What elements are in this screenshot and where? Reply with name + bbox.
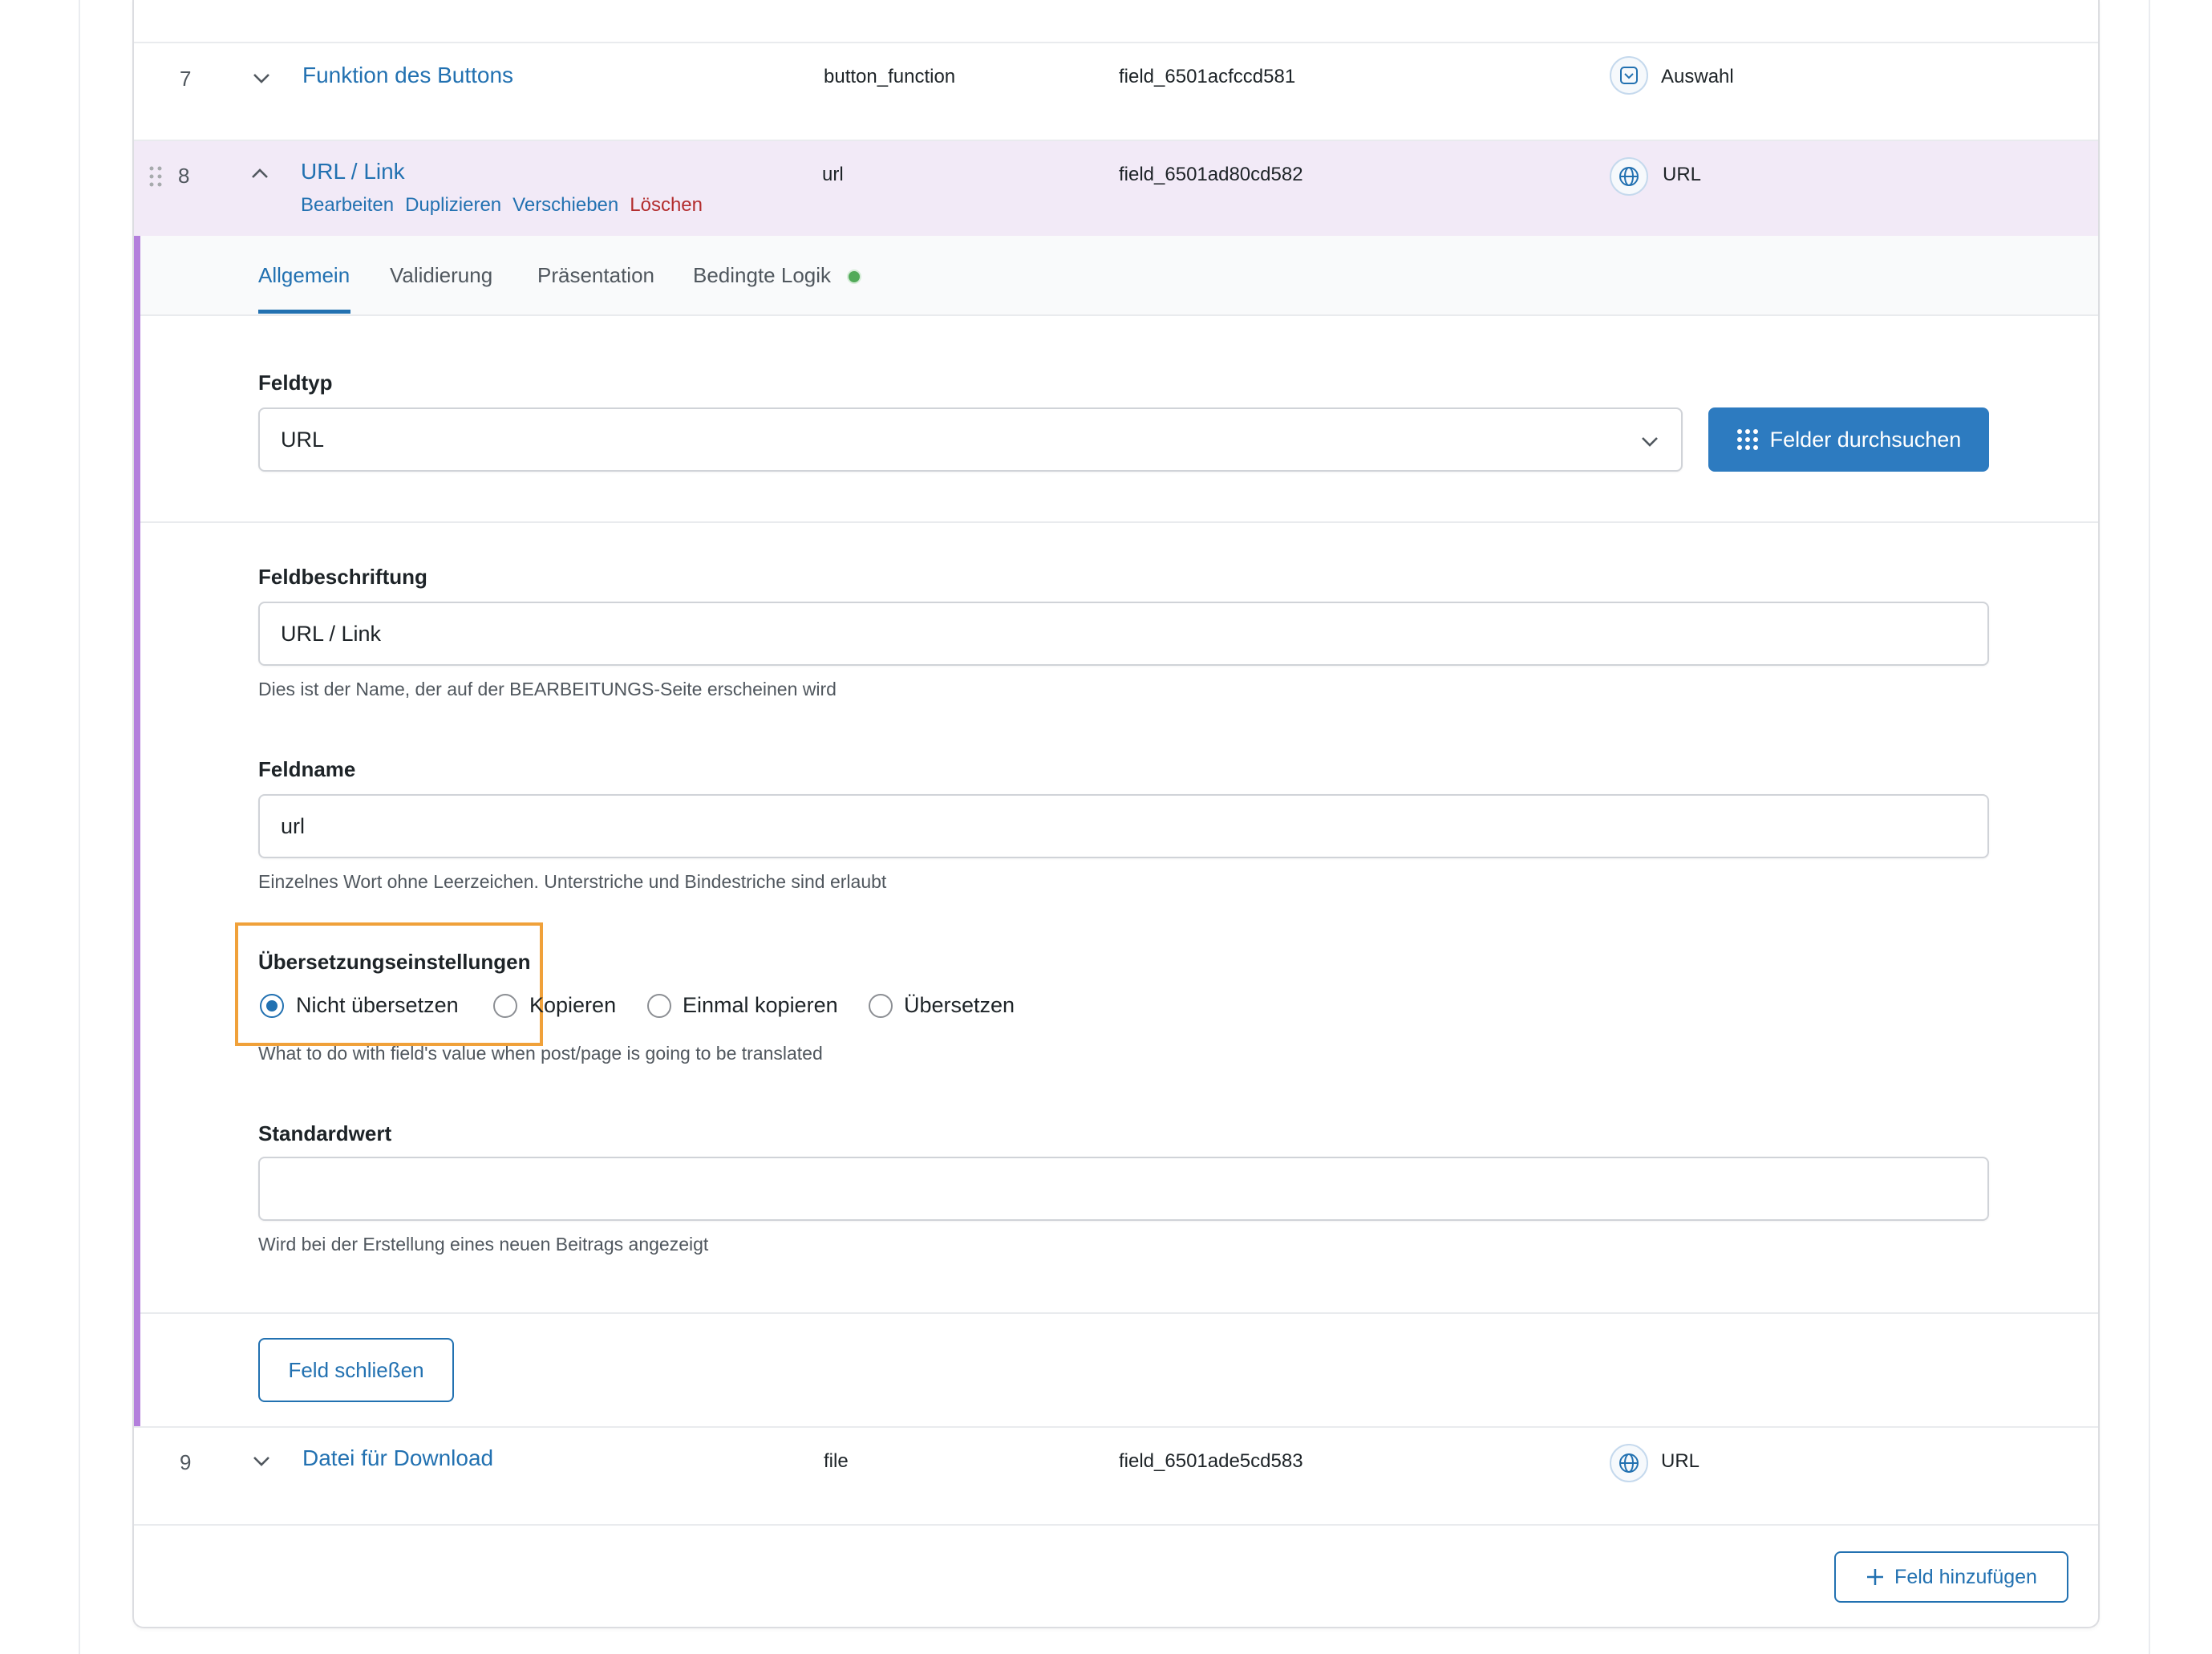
tab-conditional-logic[interactable]: Bedingte Logik	[693, 263, 831, 288]
open-field-indicator	[134, 236, 140, 1426]
field-row-7[interactable]: 7 Funktion des Buttons button_function f…	[134, 43, 2098, 141]
page-border-right	[2149, 0, 2150, 1654]
chevron-down-icon[interactable]	[251, 1450, 272, 1471]
row-actions: Bearbeiten Duplizieren Verschieben Löschen	[301, 194, 714, 217]
field-label-input[interactable]: URL / Link	[258, 602, 1989, 666]
field-title-link[interactable]: Datei für Download	[302, 1445, 493, 1471]
field-order-number: 8	[178, 164, 190, 188]
browse-fields-label: Felder durchsuchen	[1769, 427, 1962, 452]
select-icon	[1610, 56, 1648, 95]
edit-link[interactable]: Bearbeiten	[301, 194, 394, 216]
field-order-number: 7	[180, 67, 192, 91]
radio-copy-once-label[interactable]: Einmal kopieren	[683, 993, 838, 1018]
tab-validation[interactable]: Validierung	[390, 263, 492, 288]
field-type-value: URL	[281, 427, 325, 452]
chevron-up-icon[interactable]	[249, 164, 270, 184]
divider	[134, 1524, 2098, 1526]
divider	[140, 1312, 2098, 1314]
settings-tabs: Allgemein Validierung Präsentation Bedin…	[140, 236, 2098, 316]
drag-handle-icon[interactable]	[148, 165, 163, 188]
tab-general[interactable]: Allgemein	[258, 263, 350, 288]
field-row-9[interactable]: 9 Datei für Download file field_6501ade5…	[134, 1428, 2098, 1524]
field-name-cell: file	[824, 1450, 849, 1472]
radio-not-translate[interactable]	[260, 994, 284, 1018]
field-title-link[interactable]: Funktion des Buttons	[302, 63, 513, 88]
field-name-value: url	[281, 813, 306, 838]
browse-fields-button[interactable]: Felder durchsuchen	[1708, 407, 1989, 472]
radio-copy[interactable]	[493, 994, 517, 1018]
translation-hint: What to do with field's value when post/…	[258, 1043, 823, 1064]
add-field-button[interactable]: Feld hinzufügen	[1834, 1551, 2068, 1603]
field-name-label: Feldname	[258, 757, 356, 781]
page-border-left	[79, 0, 80, 1654]
chevron-down-icon	[1642, 437, 1658, 447]
status-dot-icon	[847, 270, 861, 284]
duplicate-link[interactable]: Duplizieren	[405, 194, 501, 216]
field-type-select[interactable]: URL	[258, 407, 1683, 472]
add-field-label: Feld hinzufügen	[1894, 1565, 2037, 1588]
close-field-label: Feld schließen	[288, 1357, 424, 1382]
field-key-cell: field_6501ad80cd582	[1119, 164, 1303, 185]
radio-translate[interactable]	[869, 994, 893, 1018]
field-key-cell: field_6501acfccd581	[1119, 66, 1296, 87]
field-name-input[interactable]: url	[258, 794, 1989, 858]
field-type-cell: Auswahl	[1661, 66, 1734, 87]
highlight-box	[235, 922, 543, 1046]
field-label-hint: Dies ist der Name, der auf der BEARBEITU…	[258, 679, 837, 699]
field-type-cell: URL	[1661, 1450, 1700, 1472]
default-value-input[interactable]	[258, 1157, 1989, 1221]
radio-not-translate-label[interactable]: Nicht übersetzen	[296, 993, 459, 1018]
radio-translate-label[interactable]: Übersetzen	[904, 993, 1015, 1018]
radio-copy-once[interactable]	[647, 994, 671, 1018]
field-key-cell: field_6501ade5cd583	[1119, 1450, 1303, 1472]
move-link[interactable]: Verschieben	[512, 194, 618, 216]
default-value-hint: Wird bei der Erstellung eines neuen Beit…	[258, 1234, 709, 1255]
field-label-label: Feldbeschriftung	[258, 565, 427, 589]
field-type-label: Feldtyp	[258, 371, 333, 395]
globe-icon	[1610, 1444, 1648, 1482]
tab-presentation[interactable]: Präsentation	[537, 263, 654, 288]
close-field-button[interactable]: Feld schließen	[258, 1338, 454, 1402]
default-value-label: Standardwert	[258, 1121, 392, 1145]
field-settings-panel: Allgemein Validierung Präsentation Bedin…	[134, 236, 2098, 1426]
delete-link[interactable]: Löschen	[630, 194, 703, 216]
plus-icon	[1867, 1569, 1884, 1585]
field-label-value: URL / Link	[281, 621, 382, 646]
grid-icon	[1736, 429, 1758, 450]
field-type-cell: URL	[1663, 164, 1702, 185]
field-name-cell: url	[822, 164, 844, 185]
field-title-link[interactable]: URL / Link	[301, 159, 405, 184]
divider	[140, 521, 2098, 523]
translation-settings-label: Übersetzungseinstellungen	[258, 950, 531, 974]
chevron-down-icon[interactable]	[251, 67, 272, 88]
globe-icon	[1610, 157, 1648, 196]
active-tab-underline	[258, 310, 350, 314]
field-row-8[interactable]: 8 URL / Link Bearbeiten Duplizieren Versch…	[134, 141, 2098, 236]
radio-copy-label[interactable]: Kopieren	[529, 993, 616, 1018]
field-name-cell: button_function	[824, 66, 956, 87]
field-order-number: 9	[180, 1450, 192, 1474]
field-name-hint: Einzelnes Wort ohne Leerzeichen. Unterst…	[258, 871, 887, 892]
field-list-card: 7 Funktion des Buttons button_function f…	[132, 0, 2100, 1628]
